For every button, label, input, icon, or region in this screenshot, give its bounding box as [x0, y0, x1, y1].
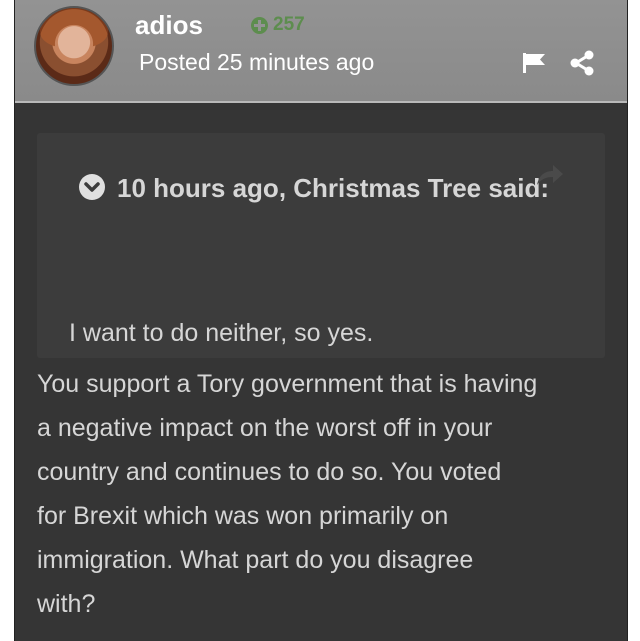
flag-icon[interactable]	[521, 52, 547, 74]
post-body-line: a negative impact on the worst off in yo…	[37, 414, 493, 442]
quote-attribution: 10 hours ago, Christmas Tree said:	[117, 173, 550, 203]
reputation-count: 257	[273, 14, 305, 35]
plus-circle-icon	[251, 16, 268, 34]
quote-block: 10 hours ago, Christmas Tree said: I wan…	[37, 133, 605, 358]
post-card: adios 257 Posted 25 minutes ago 10 hours…	[14, 0, 628, 641]
post-body-line: for Brexit which was won primarily on	[37, 502, 449, 530]
avatar[interactable]	[34, 6, 114, 86]
chevron-down-icon[interactable]	[79, 174, 105, 201]
reply-arrow-icon[interactable]	[535, 163, 565, 187]
reputation-badge: 257	[251, 14, 305, 36]
post-body-line: country and continues to do so. You vote…	[37, 458, 502, 486]
share-icon[interactable]	[569, 50, 595, 76]
post-header: adios 257 Posted 25 minutes ago	[15, 0, 627, 103]
post-timestamp[interactable]: Posted 25 minutes ago	[139, 49, 374, 76]
post-body: You support a Tory government that is ha…	[37, 362, 617, 626]
post-body-line: with?	[37, 590, 96, 618]
quote-header: 10 hours ago, Christmas Tree said:	[79, 163, 559, 213]
post-body-line: immigration. What part do you disagree	[37, 546, 474, 574]
quoted-text: I want to do neither, so yes.	[69, 319, 374, 347]
post-body-line: You support a Tory government that is ha…	[37, 370, 538, 398]
username-link[interactable]: adios	[135, 10, 203, 41]
